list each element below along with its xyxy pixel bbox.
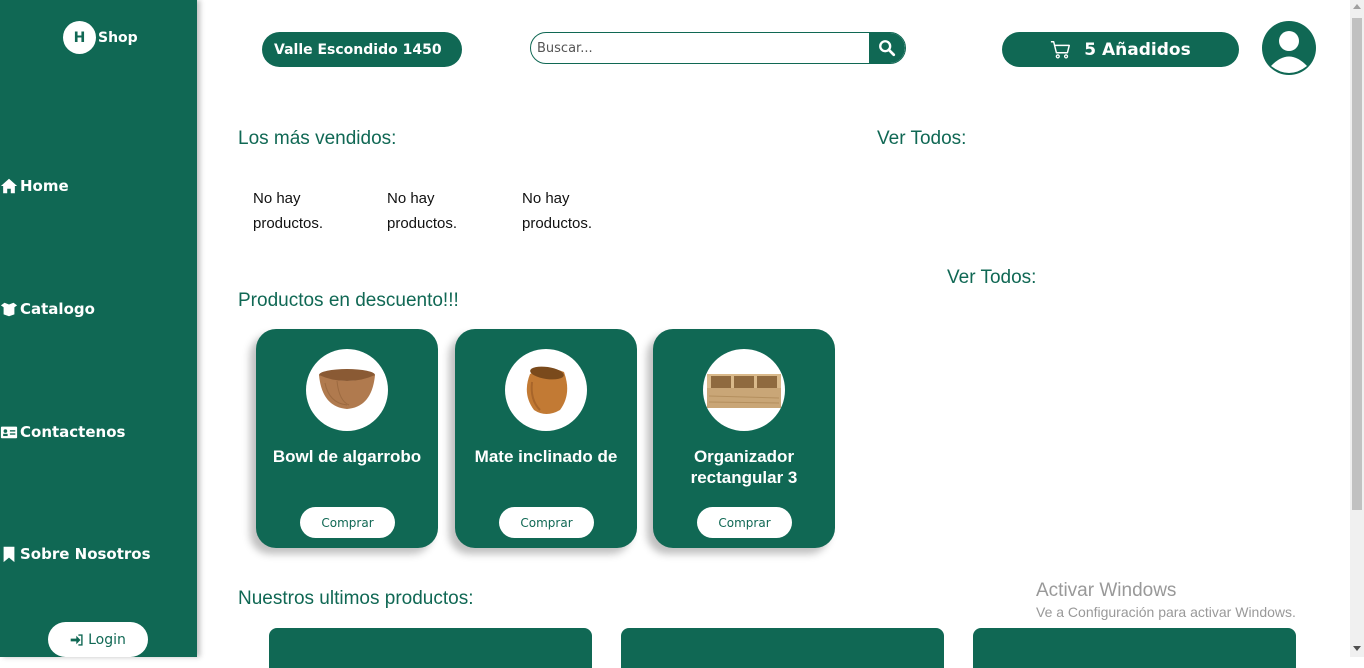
sidebar-item-home[interactable]: Home <box>0 177 69 195</box>
sidebar-item-sobre-nosotros[interactable]: Sobre Nosotros <box>0 545 151 563</box>
product-image <box>306 349 388 431</box>
user-avatar-button[interactable] <box>1262 21 1316 75</box>
product-card: Bowl de algarrobo Comprar <box>256 329 438 548</box>
product-card: Mate inclinado de Comprar <box>455 329 637 548</box>
latest-product-card[interactable] <box>269 628 592 668</box>
sidebar-item-catalogo[interactable]: Catalogo <box>0 300 95 318</box>
sign-in-icon <box>70 633 83 646</box>
product-card: Organizador rectangular 3 Comprar <box>653 329 835 548</box>
scroll-down-arrow-icon[interactable] <box>1353 646 1361 651</box>
search-input[interactable] <box>531 33 869 63</box>
product-name: Mate inclinado de <box>474 447 618 466</box>
product-image <box>703 349 785 431</box>
bowl-image <box>319 369 375 409</box>
sidebar-item-label: Contactenos <box>20 423 126 441</box>
discounts-title: Productos en descuento!!! <box>238 290 459 311</box>
sidebar: H Shop Home Catalogo Contactenos Sobre N… <box>0 0 197 657</box>
discounts-see-all-link[interactable]: Ver Todos: <box>947 267 1036 289</box>
sidebar-item-label: Catalogo <box>20 300 95 318</box>
logo[interactable]: H Shop <box>63 21 138 54</box>
latest-product-card[interactable] <box>973 628 1296 668</box>
latest-product-card[interactable] <box>621 628 944 668</box>
home-icon <box>0 178 18 194</box>
scroll-up-arrow-icon[interactable] <box>1353 4 1361 9</box>
logo-text: Shop <box>98 29 138 46</box>
watermark-subtitle: Ve a Configuración para activar Windows. <box>1036 604 1296 620</box>
product-image <box>505 349 587 431</box>
bookmark-icon <box>3 546 15 563</box>
box-open-icon <box>0 302 18 317</box>
cart-button[interactable]: 5 Añadidos <box>1002 32 1239 67</box>
cart-label: 5 Añadidos <box>1084 39 1191 60</box>
address-pill[interactable]: Valle Escondido 1450 <box>262 32 462 67</box>
product-name: Organizador rectangular 3 <box>690 447 798 487</box>
empty-products-text: No hay productos. <box>387 190 458 232</box>
buy-button[interactable]: Comprar <box>499 507 594 538</box>
search-bar <box>530 32 906 64</box>
buy-button[interactable]: Comprar <box>697 507 792 538</box>
contact-card-icon <box>0 426 18 439</box>
search-icon <box>879 40 896 57</box>
sidebar-item-label: Home <box>20 177 69 195</box>
watermark-title: Activar Windows <box>1036 580 1177 601</box>
login-button[interactable]: Login <box>48 622 148 657</box>
vertical-scrollbar[interactable] <box>1350 0 1364 657</box>
logo-badge: H <box>63 21 96 54</box>
empty-products-text: No hay productos. <box>522 190 593 232</box>
login-label: Login <box>88 631 126 648</box>
sidebar-item-contactenos[interactable]: Contactenos <box>0 423 125 441</box>
empty-products-text: No hay productos. <box>253 190 324 232</box>
search-button[interactable] <box>869 33 905 63</box>
scroll-thumb[interactable] <box>1352 18 1362 510</box>
organizer-image <box>707 374 781 408</box>
sidebar-item-label: Sobre Nosotros <box>20 545 151 563</box>
cart-icon <box>1051 40 1071 59</box>
latest-products-title: Nuestros ultimos productos: <box>238 588 474 609</box>
best-sellers-see-all-link[interactable]: Ver Todos: <box>877 128 966 150</box>
buy-button[interactable]: Comprar <box>300 507 395 538</box>
windows-activation-watermark: Activar Windows Ve a Configuración para … <box>1036 580 1296 620</box>
user-avatar-icon <box>1271 31 1307 73</box>
product-name: Bowl de algarrobo <box>272 447 422 466</box>
mate-image <box>526 366 568 414</box>
best-sellers-title: Los más vendidos: <box>238 128 397 149</box>
